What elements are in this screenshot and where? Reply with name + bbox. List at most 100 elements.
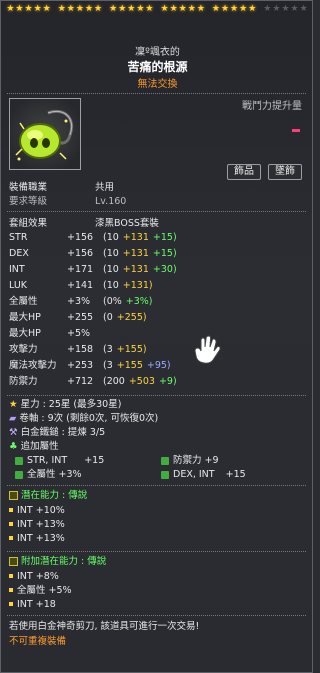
option-icon [161,470,169,479]
star-force-icon: ★ [299,4,309,14]
star-force-icon: ★ [66,4,76,14]
option-icon [15,470,23,479]
stat-row: 攻擊力 +158 (3 +155) [9,344,151,356]
stat-row: 防禦力 +712 (200 +503 +9) [9,376,181,388]
divider [7,615,306,616]
star-force-icon: ★ [187,4,197,14]
stat-total: +3% [67,296,91,307]
pendant-button[interactable]: 墜飾 [268,164,302,180]
star-force-icon: ★ [24,4,34,14]
potential-line: INT +13% [9,519,65,531]
stat-scroll: +30) [152,264,177,275]
star-group: ★★★★★ [58,2,103,16]
hammer-icon: ⚒ [9,427,18,438]
divider [7,551,306,552]
star-force-bar: ★★★★★ ★★★★★ ★★★★★ ★★★★★ ★★★★★ ★★★★★ [1,2,314,18]
stat-base: (10 [103,248,119,259]
star-force-icon: ★ [220,4,231,14]
stat-total: +158 [67,344,94,355]
stat-total: +255 [67,312,94,323]
star-force-icon: ★ [57,4,67,14]
item-tooltip: ★★★★★ ★★★★★ ★★★★★ ★★★★★ ★★★★★ ★★★★★ 凜º颯衣的 苦痛的… [0,0,313,673]
no-reequip-note: 不可重複裝備 [9,636,67,647]
star-force-icon: ★ [211,4,221,14]
combat-power-indicator [292,129,300,132]
star-group: ★★★★★ [6,2,51,16]
stat-base: (10 [103,232,119,243]
req-label: 要求等級 [9,196,48,207]
potential-line: INT +13% [9,533,65,545]
level-row: 要求等級 Lv.160 [9,196,126,208]
star-force-icon: ★ [75,4,85,14]
star-force-icon: ★ [33,4,43,14]
req-value: 共用 [95,182,115,193]
divider [7,211,306,212]
stat-row: LUK +141 (10 +131) [9,280,157,292]
hand-cursor-icon [194,335,221,364]
req-label: 裝備職業 [9,182,48,193]
star-force-icon: ★ [196,4,206,14]
stat-base: (0 [103,312,113,323]
star-group: ★★★★★ [263,2,308,16]
stat-flame: +131) [122,280,153,291]
stat-name: 最大HP [9,312,41,323]
stat-row: DEX +156 (10 +131 +15) [9,248,181,260]
stat-row: STR +156 (10 +131 +15) [9,232,181,244]
star-group: ★★★★★ [161,2,206,16]
legendary-icon [9,491,18,500]
star-force-icon: ★ [248,4,258,14]
stat-flame: +155) [116,344,147,355]
pendant-icon [15,110,73,161]
additional-option: 全屬性 +3% [15,469,82,481]
leaf-icon: ♣ [9,441,18,452]
combat-power-label: 戰鬥力提升量 [242,101,302,112]
stat-scroll: +3%) [125,296,153,307]
bonus-potential-line: INT +8% [9,571,59,583]
divider [7,395,306,396]
potential-line: INT +10% [9,505,65,517]
stat-total: +156 [67,248,94,259]
option-icon [161,456,169,465]
stat-base: (3 [103,360,113,371]
stat-name: 全屬性 [9,296,38,307]
additional-option: STR, INT +15 [15,455,104,467]
stat-flame: +131 [122,232,149,243]
stat-name: STR [9,232,28,243]
star-force-icon: ★ [84,4,95,14]
stat-base: (0% [103,296,122,307]
stat-total: +253 [67,360,94,371]
stat-flame: +131 [122,264,149,275]
stat-name: LUK [9,280,28,291]
stat-flame: +155 [116,360,143,371]
stat-name: 最大HP [9,328,41,339]
additional-header: ♣ 追加屬性 [9,441,59,452]
stat-base: (3 [103,344,113,355]
stat-base: (10 [103,264,119,275]
stat-scroll: +9) [158,376,177,387]
star-force-icon: ★ [42,4,52,14]
stat-name: 魔法攻擊力 [9,360,57,371]
stat-base: (200 [103,376,125,387]
set-effect-row: 套組效果 漆黑BOSS套裝 [9,218,159,230]
star-force-icon: ★ [118,4,128,14]
star-force-icon: ★ [290,4,300,14]
scroll-icon: ▰ [9,413,17,424]
stat-flame: +255) [116,312,147,323]
accessory-button[interactable]: 飾品 [227,164,261,180]
star-force-icon: ★ [178,4,188,14]
stat-total: +5% [67,328,91,339]
potential-header: 潛在能力 : 傳說 [9,490,87,502]
stat-total: +156 [67,232,94,243]
star-force-icon: ★ [109,4,119,14]
star-force-icon: ★ [281,4,291,14]
stat-total: +712 [67,376,94,387]
star-force-icon: ★ [169,4,179,14]
stat-row: 最大HP +5% [9,328,103,340]
stat-scroll: +15) [152,232,177,243]
additional-option: DEX, INT +15 [161,469,246,481]
stat-extra: +95) [146,360,171,371]
star-icon: ★ [9,399,18,410]
stat-name: 攻擊力 [9,344,38,355]
bonus-potential-line: 全屬性 +5% [9,585,72,597]
stat-total: +171 [67,264,94,275]
